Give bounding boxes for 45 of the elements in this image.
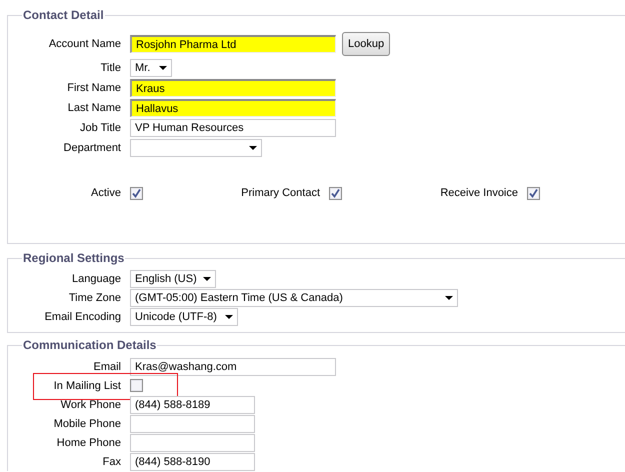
field-label: Email: [92, 360, 121, 372]
input-field[interactable]: VP Human Resources: [130, 119, 336, 137]
field-label: First Name: [66, 82, 121, 94]
checkbox[interactable]: [130, 186, 143, 200]
section-title: Contact Detail: [22, 8, 105, 22]
field-label: Title: [100, 62, 121, 74]
caret-icon: [249, 146, 257, 150]
input-field[interactable]: (844) 588-8190: [130, 452, 255, 470]
checkbox[interactable]: [527, 186, 540, 200]
input-field[interactable]: [130, 414, 255, 432]
dropdown[interactable]: (GMT-05:00) Eastern Time (US & Canada): [130, 288, 458, 306]
field-label: Last Name: [66, 102, 121, 114]
caret-icon: [159, 66, 167, 70]
checkbox-label: Primary Contact: [240, 187, 320, 199]
field-label: Work Phone: [60, 398, 121, 410]
field-label: Email Encoding: [44, 310, 121, 322]
field-label: Job Title: [79, 122, 121, 134]
field-label: Mobile Phone: [52, 418, 121, 430]
checkbox[interactable]: [329, 186, 342, 200]
caret-icon: [445, 296, 453, 300]
section-title: Communication Details: [22, 338, 158, 352]
field-label: Department: [62, 142, 121, 154]
input-field[interactable]: [130, 434, 255, 452]
field-label: Account Name: [48, 38, 121, 50]
input-field[interactable]: Kraus: [130, 79, 336, 97]
input-field[interactable]: Hallavus: [130, 99, 336, 117]
checkbox-label: Receive Invoice: [439, 187, 518, 199]
field-label: Time Zone: [68, 292, 121, 304]
lookup-button[interactable]: Lookup: [342, 32, 390, 56]
field-label: Home Phone: [56, 436, 121, 448]
caret-icon: [202, 276, 211, 280]
field-label: Language: [71, 272, 121, 284]
field-label: Fax: [102, 456, 121, 468]
dropdown[interactable]: Unicode (UTF-8): [130, 308, 238, 326]
section-title: Regional Settings: [22, 251, 126, 265]
dropdown[interactable]: English (US): [130, 270, 216, 288]
field-label: In Mailing List: [52, 380, 121, 392]
checkbox-label: Active: [90, 187, 121, 199]
dropdown[interactable]: Mr.: [130, 59, 172, 77]
input-field[interactable]: Rosjohn Pharma Ltd: [130, 35, 336, 53]
caret-icon: [225, 314, 233, 318]
dropdown[interactable]: [130, 139, 262, 157]
input-field[interactable]: Kras@washang.com: [130, 358, 336, 376]
input-field[interactable]: (844) 588-8189: [130, 396, 255, 414]
checkbox[interactable]: [130, 379, 143, 392]
